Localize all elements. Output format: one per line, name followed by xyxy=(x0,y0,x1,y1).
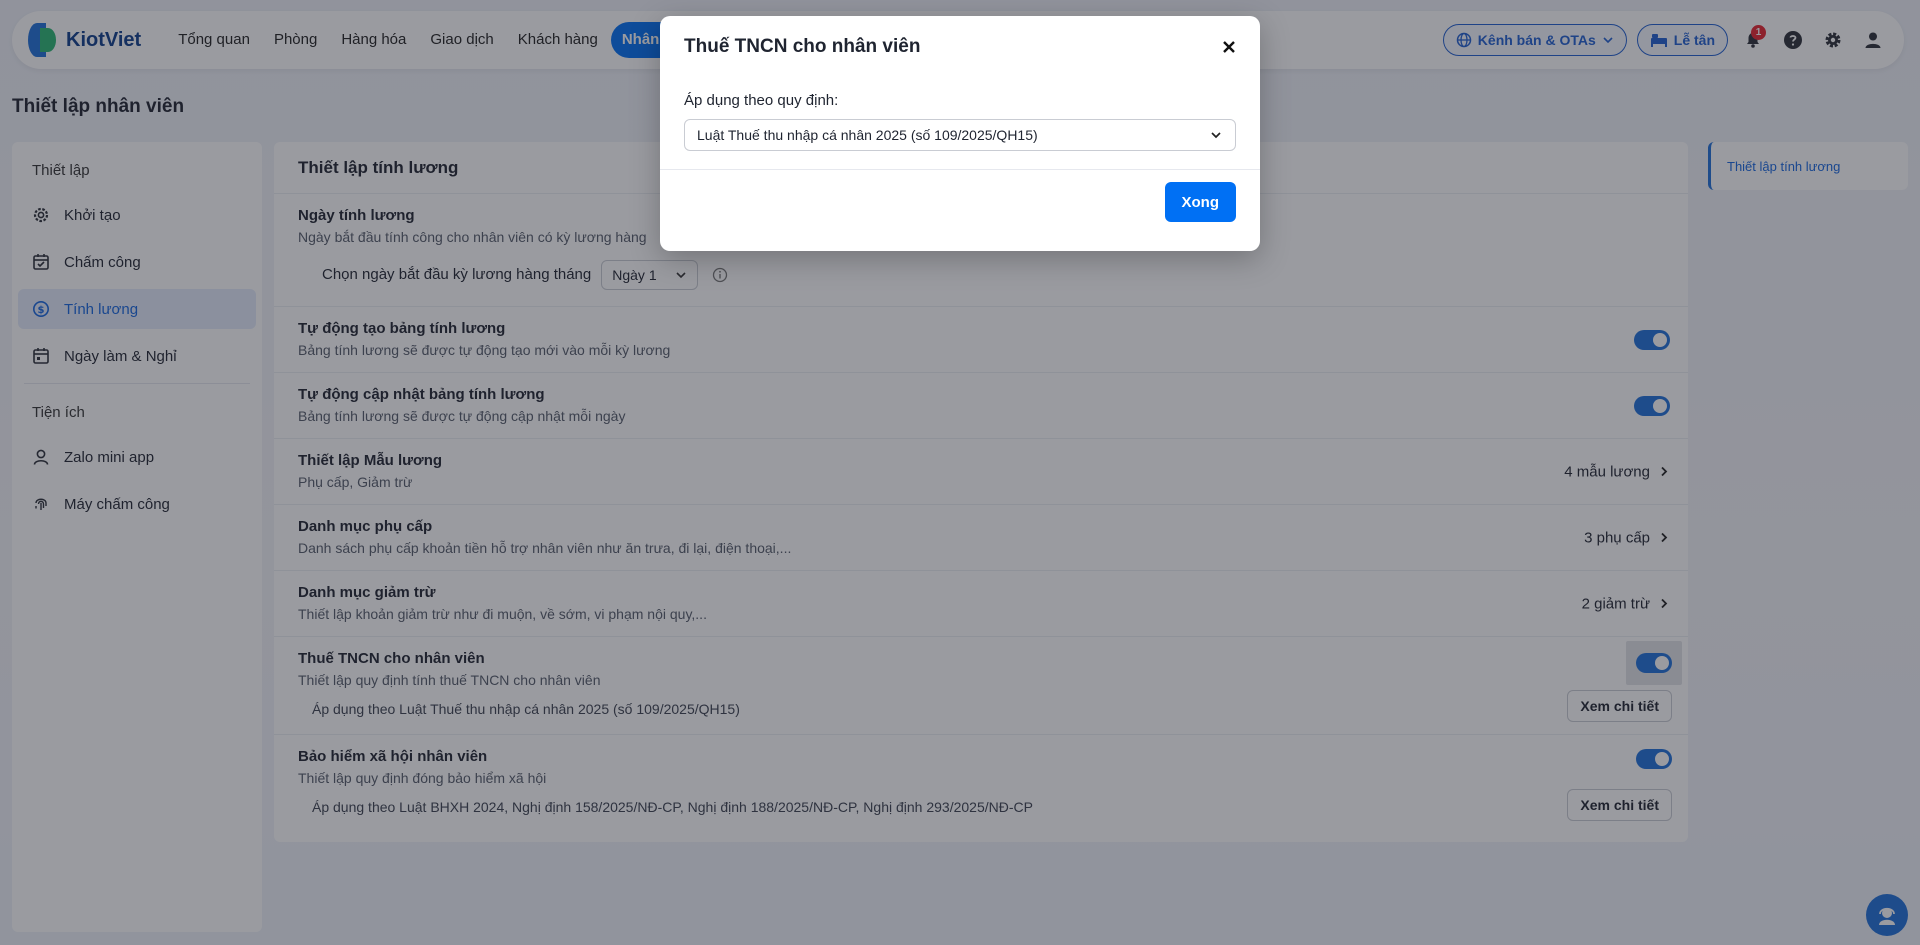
regulation-select[interactable]: Luật Thuế thu nhập cá nhân 2025 (số 109/… xyxy=(684,119,1236,151)
pit-modal: Thuế TNCN cho nhân viên Áp dụng theo quy… xyxy=(660,16,1260,251)
modal-title: Thuế TNCN cho nhân viên xyxy=(684,36,921,57)
regulation-select-value: Luật Thuế thu nhập cá nhân 2025 (số 109/… xyxy=(697,127,1038,143)
close-icon xyxy=(1223,41,1235,53)
done-button[interactable]: Xong xyxy=(1164,182,1236,222)
chevron-down-icon xyxy=(1211,132,1221,139)
regulation-label: Áp dụng theo quy định: xyxy=(684,92,839,109)
close-button[interactable] xyxy=(1218,36,1240,58)
